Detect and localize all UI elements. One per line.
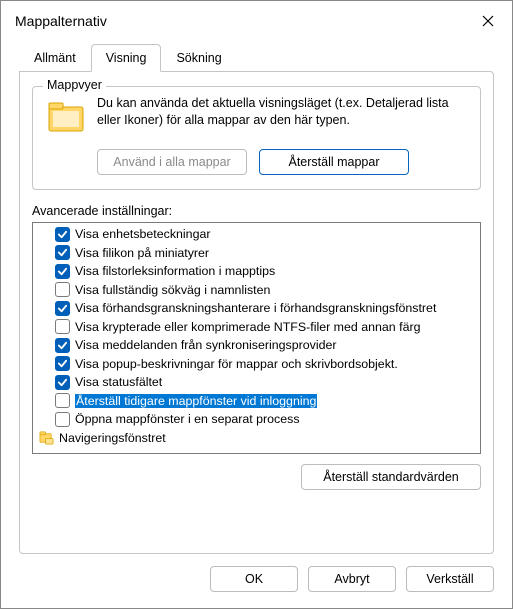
checkbox[interactable]	[55, 393, 70, 408]
tab-view[interactable]: Visning	[91, 44, 162, 72]
list-item-label: Återställ tidigare mappfönster vid inlog…	[75, 394, 317, 408]
list-item[interactable]: Visa förhandsgranskningshanterare i förh…	[33, 299, 481, 318]
list-item-label: Visa filstorleksinformation i mapptips	[75, 264, 275, 278]
list-item[interactable]: Visa statusfältet	[33, 373, 481, 392]
titlebar: Mappalternativ	[1, 1, 512, 43]
list-item[interactable]: Visa filikon på miniatyrer	[33, 244, 481, 263]
list-item[interactable]: Visa filstorleksinformation i mapptips	[33, 262, 481, 281]
folder-tree-icon	[39, 430, 54, 445]
advanced-settings-label: Avancerade inställningar:	[32, 204, 481, 218]
folder-views-icon	[45, 97, 87, 139]
checkbox[interactable]	[55, 282, 70, 297]
close-icon	[482, 15, 494, 27]
checkbox[interactable]	[55, 412, 70, 427]
view-tab-panel: Mappvyer Du kan använda det aktuella vis…	[19, 71, 494, 554]
folder-views-legend: Mappvyer	[43, 78, 106, 92]
folder-views-description: Du kan använda det aktuella visningsläge…	[97, 95, 468, 139]
dialog-footer: OK Avbryt Verkställ	[1, 566, 512, 608]
list-item-label: Visa fullständig sökväg i namnlisten	[75, 283, 270, 297]
checkbox[interactable]	[55, 319, 70, 334]
folder-views-group: Mappvyer Du kan använda det aktuella vis…	[32, 86, 481, 190]
advanced-settings-list[interactable]: Visa enhetsbeteckningar Visa filikon på m…	[32, 222, 481, 454]
checkbox[interactable]	[55, 375, 70, 390]
list-item[interactable]: Visa fullständig sökväg i namnlisten	[33, 281, 481, 300]
list-item-label: Visa popup-beskrivningar för mappar och …	[75, 357, 398, 371]
reset-folders-button[interactable]: Återställ mappar	[259, 149, 409, 175]
tab-search[interactable]: Sökning	[161, 44, 236, 72]
checkbox[interactable]	[55, 338, 70, 353]
list-item-label: Öppna mappfönster i en separat process	[75, 412, 300, 426]
dialog-title: Mappalternativ	[15, 13, 107, 29]
list-item-label: Visa krypterade eller komprimerade NTFS-…	[75, 320, 420, 334]
apply-button[interactable]: Verkställ	[406, 566, 494, 592]
checkbox[interactable]	[55, 264, 70, 279]
close-button[interactable]	[472, 9, 504, 33]
list-item-label: Visa enhetsbeteckningar	[75, 227, 210, 241]
list-item-label: Visa statusfältet	[75, 375, 162, 389]
list-item-label: Visa filikon på miniatyrer	[75, 246, 209, 260]
list-item[interactable]: Visa enhetsbeteckningar	[33, 225, 481, 244]
list-item-label: Visa förhandsgranskningshanterare i förh…	[75, 301, 436, 315]
list-item-label: Navigeringsfönstret	[59, 431, 166, 445]
list-item-folder[interactable]: Navigeringsfönstret	[33, 429, 481, 448]
list-item[interactable]: Visa krypterade eller komprimerade NTFS-…	[33, 318, 481, 337]
list-item[interactable]: Återställ tidigare mappfönster vid inlog…	[33, 392, 481, 411]
checkbox[interactable]	[55, 227, 70, 242]
checkbox[interactable]	[55, 301, 70, 316]
checkbox[interactable]	[55, 245, 70, 260]
apply-to-all-folders-button[interactable]: Använd i alla mappar	[97, 149, 247, 175]
list-item[interactable]: Öppna mappfönster i en separat process	[33, 410, 481, 429]
tab-general[interactable]: Allmänt	[19, 44, 91, 72]
list-item[interactable]: Visa meddelanden från synkroniseringspro…	[33, 336, 481, 355]
cancel-button[interactable]: Avbryt	[308, 566, 396, 592]
list-item-label: Visa meddelanden från synkroniseringspro…	[75, 338, 337, 352]
list-item[interactable]: Visa popup-beskrivningar för mappar och …	[33, 355, 481, 374]
ok-button[interactable]: OK	[210, 566, 298, 592]
folder-options-dialog: Mappalternativ Allmänt Visning Sökning M…	[0, 0, 513, 609]
checkbox[interactable]	[55, 356, 70, 371]
restore-defaults-button[interactable]: Återställ standardvärden	[301, 464, 481, 490]
tab-strip: Allmänt Visning Sökning	[1, 43, 512, 71]
